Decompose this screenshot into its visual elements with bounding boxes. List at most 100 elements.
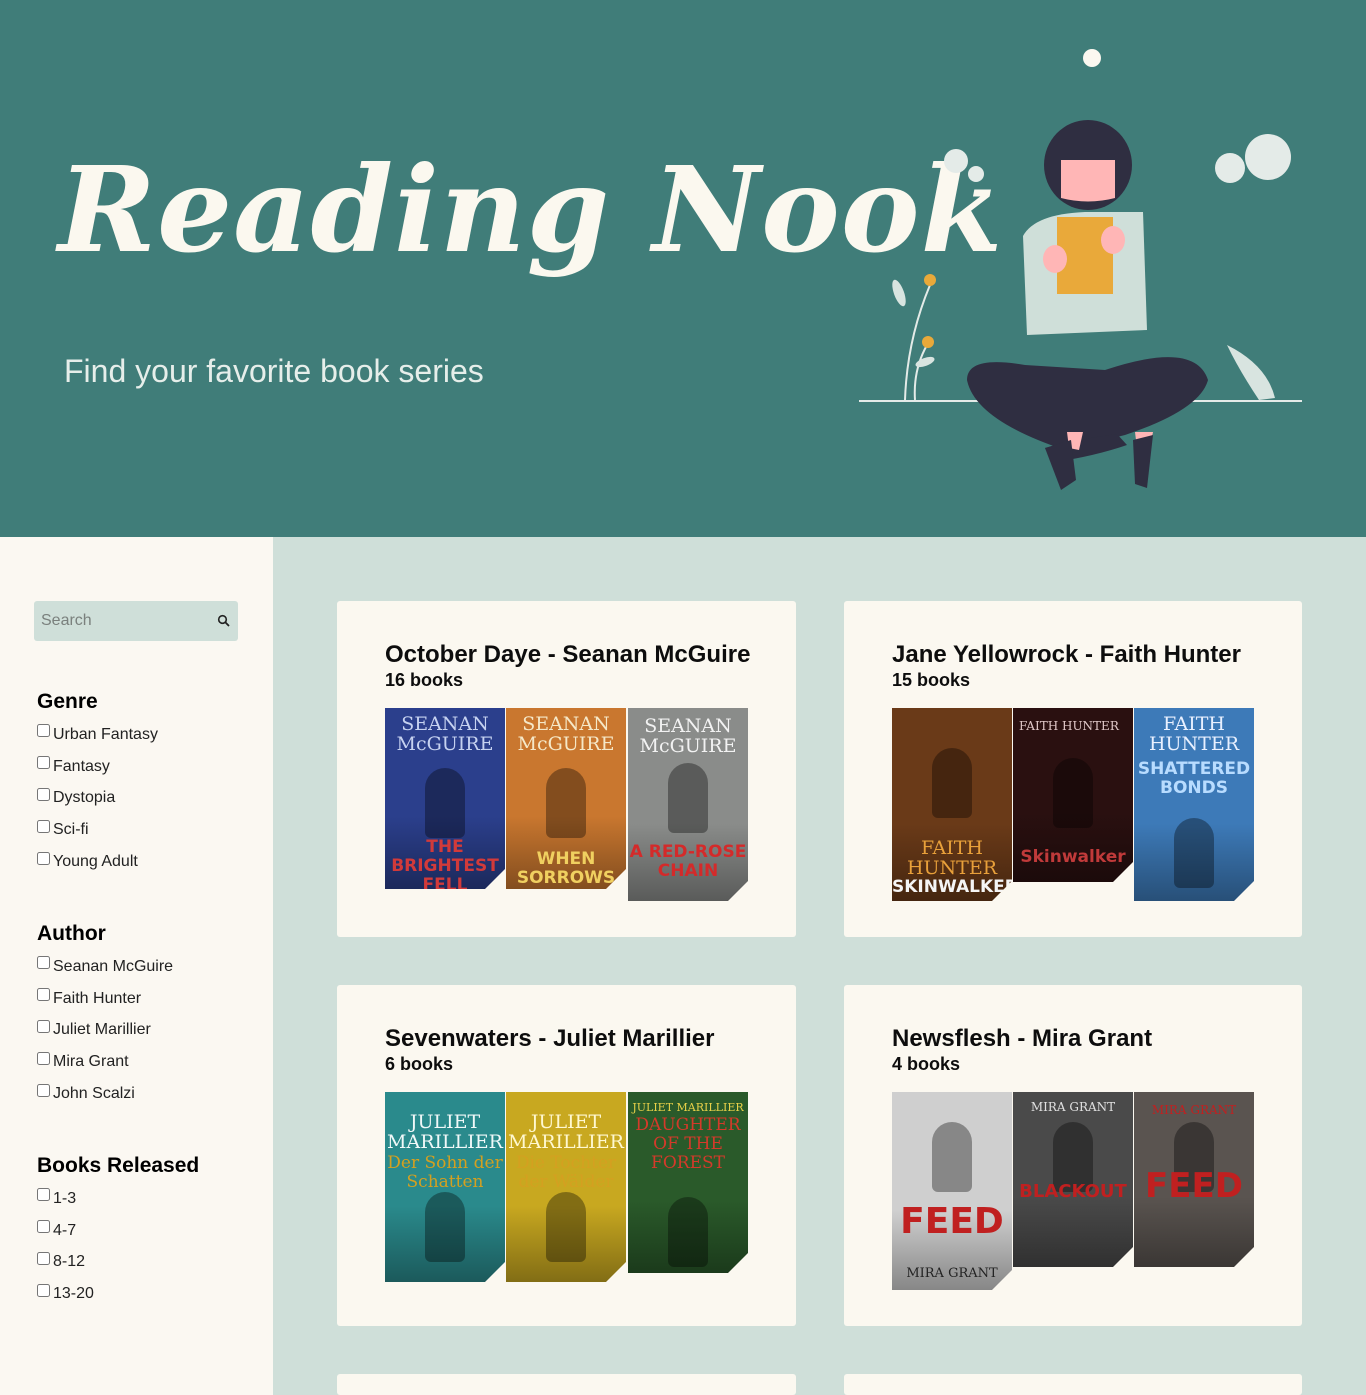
cover-author: SEANAN McGUIRE	[396, 713, 494, 755]
option-label[interactable]: Mira Grant	[53, 1053, 129, 1071]
series-card[interactable]: Jane Yellowrock - Faith Hunter 15 books …	[844, 601, 1302, 937]
filter-option: 13-20	[37, 1277, 199, 1309]
cover-title: A RED-ROSE CHAIN	[629, 842, 747, 881]
option-label[interactable]: Faith Hunter	[53, 990, 141, 1008]
filter-option: Seanan McGuire	[37, 950, 173, 982]
cover-strip: JULIET MARILLIER Der Sohn der Schatten JU…	[385, 1092, 751, 1292]
series-title[interactable]: Jane Yellowrock - Faith Hunter	[892, 641, 1241, 669]
option-label[interactable]: 4-7	[53, 1222, 76, 1240]
cover-strip: MIRA GRANT FEED MIRA GRANT BLACKOUT MIRA G…	[892, 1092, 1258, 1292]
checkbox[interactable]	[37, 1220, 50, 1234]
cover-title: FEED	[1145, 1166, 1243, 1206]
series-card[interactable]: Sevenwaters - Juliet Marillier 6 books J…	[337, 985, 796, 1326]
cover-author: JULIET MARILLIER	[387, 1111, 503, 1153]
site-subtitle: Find your favorite book series	[64, 353, 484, 389]
book-cover[interactable]: MIRA GRANT BLACKOUT	[1013, 1092, 1133, 1267]
checkbox[interactable]	[37, 724, 50, 738]
cover-title: Der Sohn der Schatten	[387, 1153, 503, 1192]
filter-sidebar: Genre Urban Fantasy Fantasy Dystopia Sci…	[0, 537, 273, 1395]
series-title[interactable]: Sevenwaters - Juliet Marillier	[385, 1025, 714, 1053]
option-label[interactable]: 13-20	[53, 1285, 94, 1303]
series-card-partial[interactable]	[844, 1374, 1302, 1395]
series-card[interactable]: October Daye - Seanan McGuire 16 books S…	[337, 601, 796, 937]
cover-author: MIRA GRANT	[1151, 1103, 1237, 1117]
cover-author: MIRA GRANT	[1030, 1100, 1116, 1114]
filter-option: 1-3	[37, 1182, 199, 1214]
checkbox[interactable]	[37, 1283, 50, 1297]
book-cover[interactable]: JULIET MARILLIER DAUGHTER OF THE FOREST	[628, 1092, 748, 1273]
reading-woman-illustration	[859, 49, 1302, 490]
checkbox[interactable]	[37, 1019, 50, 1033]
filter-option: Sci-fi	[37, 813, 158, 845]
option-label[interactable]: Young Adult	[53, 853, 138, 871]
book-cover[interactable]: FAITH HUNTER Skinwalker	[1013, 708, 1133, 882]
book-count: 16 books	[385, 670, 464, 690]
checkbox[interactable]	[37, 819, 50, 833]
book-cover[interactable]: SEANAN McGUIRE A RED-ROSE CHAIN	[628, 708, 748, 901]
cover-author: FAITH HUNTER	[906, 837, 998, 879]
search-input[interactable]	[34, 601, 209, 641]
book-cover[interactable]: FAITH HUNTER SHATTERED BONDS	[1134, 708, 1254, 901]
filter-option: Faith Hunter	[37, 982, 173, 1014]
book-count: 15 books	[892, 670, 971, 690]
checkbox[interactable]	[37, 1251, 50, 1265]
cover-author: FAITH HUNTER	[1148, 713, 1240, 755]
series-title[interactable]: October Daye - Seanan McGuire	[385, 641, 750, 669]
option-label[interactable]: Urban Fantasy	[53, 726, 158, 744]
checkbox[interactable]	[37, 956, 50, 970]
book-count: 4 books	[892, 1054, 961, 1074]
checkbox[interactable]	[37, 851, 50, 865]
option-label[interactable]: Juliet Marillier	[53, 1021, 151, 1039]
page-curl	[606, 869, 626, 889]
book-cover[interactable]: MIRA GRANT FEED	[892, 1092, 1012, 1290]
cover-author: JULIET MARILLIER	[508, 1111, 624, 1153]
option-label[interactable]: Sci-fi	[53, 821, 89, 839]
checkbox[interactable]	[37, 1188, 50, 1202]
cover-title: SHATTERED BONDS	[1137, 759, 1251, 798]
cover-author: SEANAN McGUIRE	[639, 715, 737, 757]
checkbox[interactable]	[37, 787, 50, 801]
cover-title: DAUGHTER OF THE FOREST	[635, 1115, 741, 1173]
book-cover[interactable]: FAITH HUNTER SKINWALKER	[892, 708, 1012, 901]
cover-strip: FAITH HUNTER SKINWALKER FAITH HUNTER Skinw…	[892, 708, 1258, 908]
book-cover[interactable]: SEANAN McGUIRE THE BRIGHTEST FELL	[385, 708, 505, 889]
option-label[interactable]: Dystopia	[53, 789, 115, 807]
filter-title: Books Released	[37, 1154, 200, 1177]
filter-option: Mira Grant	[37, 1045, 173, 1077]
filter-option: Young Adult	[37, 845, 158, 877]
checkbox[interactable]	[37, 756, 50, 770]
filter-genre: Genre Urban Fantasy Fantasy Dystopia Sci…	[37, 686, 158, 877]
book-cover[interactable]: JULIET MARILLIER Der Sohn der Schatten	[385, 1092, 505, 1282]
series-card-partial[interactable]	[337, 1374, 796, 1395]
page-curl	[1113, 862, 1133, 882]
cover-title: Die Tochter der Wälder	[515, 1153, 617, 1192]
filter-books-released: Books Released 1-3 4-7 8-12 13-20	[37, 1150, 199, 1309]
series-card[interactable]: Newsflesh - Mira Grant 4 books MIRA GRAN…	[844, 985, 1302, 1326]
series-title[interactable]: Newsflesh - Mira Grant	[892, 1025, 1152, 1053]
page-curl	[992, 1270, 1012, 1290]
filter-option: Urban Fantasy	[37, 718, 158, 750]
book-cover[interactable]: JULIET MARILLIER Die Tochter der Wälder	[506, 1092, 626, 1282]
page-curl	[728, 1253, 748, 1273]
option-label[interactable]: Seanan McGuire	[53, 958, 173, 976]
cover-title: FEED	[900, 1201, 1004, 1242]
page-curl	[1113, 1247, 1133, 1267]
option-label[interactable]: Fantasy	[53, 758, 110, 776]
page-curl	[1234, 1247, 1254, 1267]
option-label[interactable]: 8-12	[53, 1253, 85, 1271]
option-label[interactable]: John Scalzi	[53, 1085, 135, 1103]
checkbox[interactable]	[37, 1051, 50, 1065]
filter-option: Dystopia	[37, 782, 158, 814]
cover-title: BLACKOUT	[1019, 1181, 1127, 1202]
page-curl	[606, 1262, 626, 1282]
page-curl	[728, 881, 748, 901]
book-cover[interactable]: SEANAN McGUIREWHEN SORROWS COME	[506, 708, 626, 889]
cover-author: FAITH HUNTER	[1019, 719, 1119, 733]
book-cover[interactable]: MIRA GRANT FEED	[1134, 1092, 1254, 1267]
checkbox[interactable]	[37, 1083, 50, 1097]
filter-author: Author Seanan McGuire Faith Hunter Julie…	[37, 918, 173, 1109]
option-label[interactable]: 1-3	[53, 1190, 76, 1208]
magnifier-icon[interactable]	[216, 613, 232, 629]
checkbox[interactable]	[37, 988, 50, 1002]
cover-strip: SEANAN McGUIRE THE BRIGHTEST FELL SEANAN …	[385, 708, 751, 908]
